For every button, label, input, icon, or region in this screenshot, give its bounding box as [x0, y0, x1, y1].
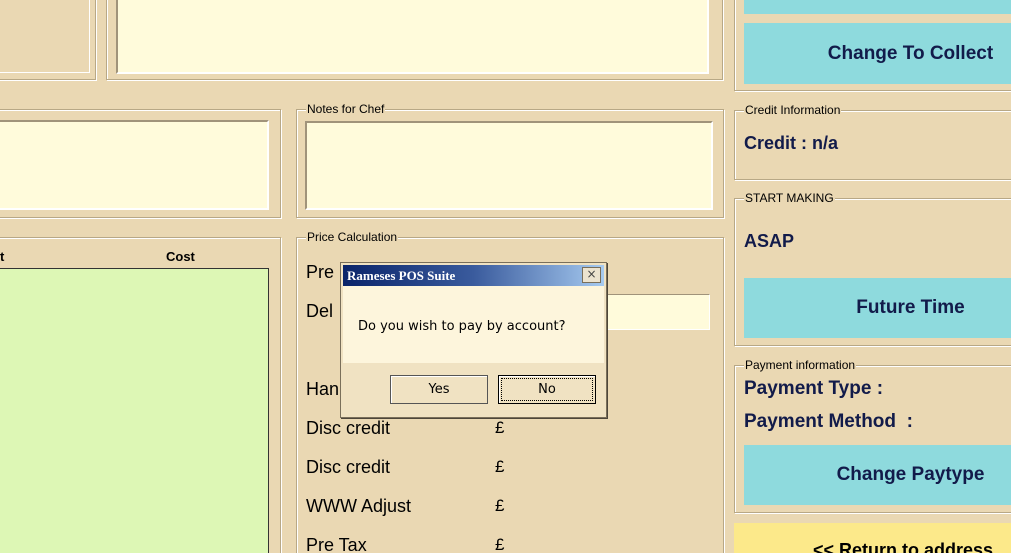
price-row-del-label: Del: [306, 301, 334, 321]
start-making-legend: START MAKING: [744, 191, 835, 205]
notes-for-chef-input[interactable]: [305, 121, 713, 210]
future-time-button[interactable]: Future Time: [744, 278, 1011, 338]
price-row-disc-credit-2-currency: £: [495, 457, 505, 476]
price-row-pre-label: Pre: [306, 262, 335, 282]
no-button[interactable]: No: [498, 375, 596, 404]
yes-button[interactable]: Yes: [390, 375, 488, 404]
change-paytype-button[interactable]: Change Paytype: [744, 445, 1011, 505]
dialog-title: Rameses POS Suite: [347, 268, 456, 283]
close-icon[interactable]: ×: [582, 267, 601, 283]
dialog-message-area: Do you wish to pay by account?: [343, 286, 604, 363]
notes-for-chef-legend: Notes for Chef: [306, 102, 386, 116]
top-cyan-button[interactable]: [744, 0, 1011, 14]
dialog-message: Do you wish to pay by account?: [358, 319, 566, 334]
price-row-disc-credit-1-label: Disc credit: [306, 418, 391, 438]
payment-information-legend: Payment information: [744, 358, 857, 372]
left-middle-text-box[interactable]: [0, 120, 269, 210]
pay-by-account-dialog: Rameses POS Suite × Do you wish to pay b…: [340, 262, 607, 418]
price-row-disc-credit-1-currency: £: [495, 418, 505, 437]
price-row-www-adjust-currency: £: [495, 496, 505, 515]
dialog-title-bar[interactable]: Rameses POS Suite ×: [343, 265, 604, 286]
credit-information-legend: Credit Information: [744, 103, 842, 117]
credit-value: Credit : n/a: [744, 133, 839, 153]
items-list[interactable]: [0, 268, 269, 553]
payment-type-label: Payment Type :: [744, 378, 884, 399]
top-text-box[interactable]: [116, 0, 709, 74]
items-col-item-header: t: [0, 249, 5, 264]
return-to-address-button[interactable]: << Return to address: [734, 523, 1011, 553]
top-left-panel-inner: [0, 0, 90, 73]
payment-method-label: Payment Method :: [744, 411, 913, 432]
price-row-pre-tax-currency: £: [495, 535, 505, 553]
price-calculation-legend: Price Calculation: [306, 230, 399, 244]
items-col-cost-header: Cost: [166, 249, 195, 264]
start-making-value: ASAP: [744, 231, 795, 251]
return-to-address-label: << Return to address: [813, 540, 994, 553]
price-row-han-label: Han: [306, 379, 340, 399]
price-row-pre-tax-label: Pre Tax: [306, 535, 367, 553]
change-to-collect-button[interactable]: Change To Collect: [744, 23, 1011, 84]
price-row-disc-credit-2-label: Disc credit: [306, 457, 391, 477]
delivery-field[interactable]: [600, 294, 710, 330]
price-row-www-adjust-label: WWW Adjust: [306, 496, 412, 516]
